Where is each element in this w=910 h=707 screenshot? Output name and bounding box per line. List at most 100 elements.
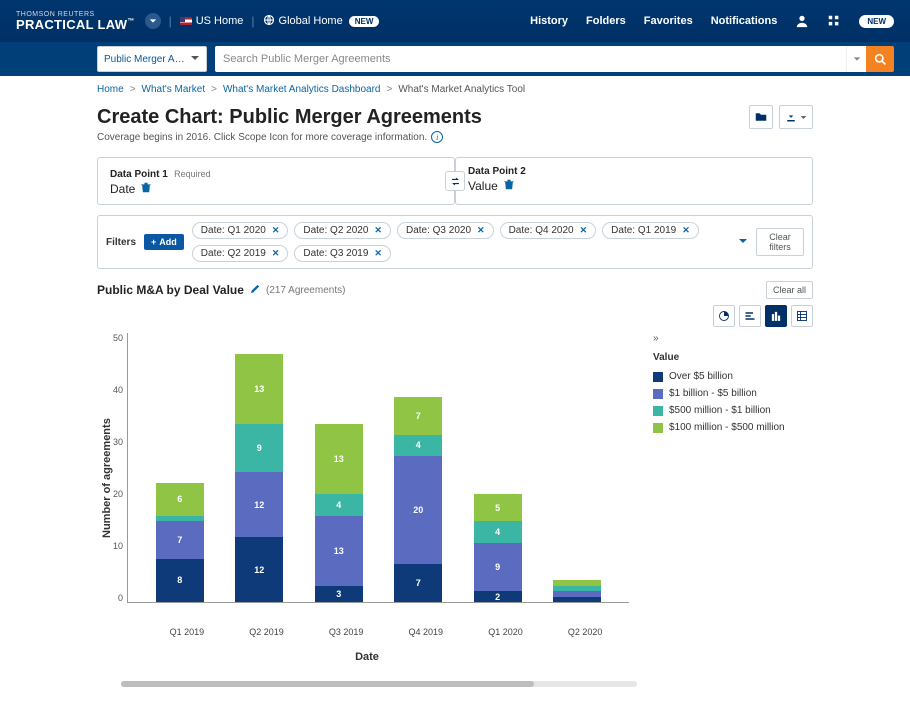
bar-segment[interactable]: 7 [394,397,442,435]
legend-item[interactable]: $1 billion - $5 billion [653,388,813,399]
nav-notifications[interactable]: Notifications [711,15,778,27]
clear-all-button[interactable]: Clear all [766,281,813,299]
bar-segment[interactable]: 8 [156,559,204,602]
plot-wrap: Number of agreements 50403020100 8761212… [97,333,637,623]
bar-segment[interactable]: 3 [315,586,363,602]
filter-chip-label: Date: Q2 2020 [303,225,368,236]
remove-chip-icon[interactable]: ✕ [374,248,382,259]
breadcrumb-link[interactable]: What's Market Analytics Dashboard [223,84,381,95]
page-body: Home>What's Market>What's Market Analyti… [0,76,910,707]
nav-new-pill[interactable]: NEW [859,15,894,28]
legend-label: $1 billion - $5 billion [669,388,757,399]
chart-type-pie[interactable] [713,305,735,327]
search-scope-dropdown[interactable]: Public Merger Agree… [97,46,207,72]
data-point-2-card[interactable]: Data Point 2 Value [455,157,813,205]
bar-segment[interactable]: 13 [315,424,363,494]
remove-chip-icon[interactable]: ✕ [374,225,382,236]
dp1-label: Data Point 1 [110,169,168,180]
trash-icon[interactable] [141,182,151,196]
global-home-link[interactable]: Global Home [263,14,343,29]
dp2-value: Value [468,179,498,193]
chart-type-table[interactable] [791,305,813,327]
filter-chip[interactable]: Date: Q4 2020✕ [500,222,597,239]
nav-folders[interactable]: Folders [586,15,626,27]
y-tick: 40 [113,385,123,395]
filter-chips: Date: Q1 2020✕Date: Q2 2020✕Date: Q3 202… [192,222,722,262]
bar-segment[interactable]: 20 [394,456,442,564]
search-suggestions-caret[interactable] [846,46,866,72]
chart-header: Public M&A by Deal Value (217 Agreements… [97,281,813,299]
download-button[interactable] [779,105,813,129]
edit-title-icon[interactable] [250,283,260,297]
filter-chip[interactable]: Date: Q2 2020 ✕ [294,222,391,239]
chart-scrollbar-thumb[interactable] [121,681,534,687]
bar-column[interactable]: 87 6 [156,483,204,602]
bar-segment[interactable]: 4 [394,435,442,457]
filter-chip[interactable]: Date: Q1 2019✕ [602,222,699,239]
legend-item[interactable]: $100 million - $500 million [653,422,813,433]
add-filter-button[interactable]: + Add [144,234,184,250]
nav-favorites[interactable]: Favorites [644,15,693,27]
search-button[interactable] [866,46,894,72]
chart-count: (217 Agreements) [266,285,346,296]
breadcrumb-link[interactable]: What's Market [142,84,206,95]
filter-chip[interactable]: Date: Q2 2019✕ [192,245,289,262]
search-input[interactable] [215,46,846,72]
data-point-1-card[interactable]: Data Point 1 Required Date [97,157,455,205]
bar-segment[interactable]: 7 [156,521,204,559]
save-folder-button[interactable] [749,105,773,129]
legend-collapse-icon[interactable]: » [653,333,659,344]
chart-scrollbar-track[interactable] [121,681,637,687]
clear-filters-button[interactable]: Clear filters [756,228,804,256]
bar-segment[interactable]: 12 [235,472,283,537]
bar-segment[interactable]: 5 [474,494,522,521]
bar-segment[interactable]: 9 [474,543,522,592]
search-scope-label: Public Merger Agree… [104,54,186,65]
legend-label: $100 million - $500 million [669,422,785,433]
breadcrumb-link[interactable]: Home [97,84,124,95]
bar-segment[interactable] [553,597,601,602]
page-title: Create Chart: Public Merger Agreements [97,106,482,129]
filter-chip[interactable]: Date: Q3 2019✕ [294,245,391,262]
bar-segment[interactable]: 7 [394,564,442,602]
nav-more[interactable] [827,14,841,28]
filter-chip[interactable]: Date: Q3 2020 ✕ [397,222,494,239]
remove-chip-icon[interactable]: ✕ [682,225,690,236]
bar-column[interactable] [553,580,601,602]
bar-column[interactable]: 72047 [394,397,442,602]
breadcrumb-current: What's Market Analytics Tool [398,84,525,95]
bar-column[interactable]: 2945 [474,494,522,602]
remove-chip-icon[interactable]: ✕ [477,225,485,236]
trash-icon[interactable] [504,179,514,193]
title-row: Create Chart: Public Merger Agreements [97,105,813,129]
us-flag-icon [180,17,192,25]
remove-chip-icon[interactable]: ✕ [272,225,280,236]
bar-segment[interactable]: 2 [474,591,522,602]
breadcrumb-separator: > [387,84,393,95]
filter-chip[interactable]: Date: Q1 2020✕ [192,222,289,239]
us-home-link[interactable]: US Home [180,15,244,27]
brand-chevron[interactable] [145,13,161,29]
remove-chip-icon[interactable]: ✕ [580,225,588,236]
bar-segment[interactable]: 6 [156,483,204,515]
filters-expand-caret[interactable] [738,235,748,249]
nav-history[interactable]: History [530,15,568,27]
remove-chip-icon[interactable]: ✕ [272,248,280,259]
chevron-down-icon [190,53,200,66]
bar-segment[interactable]: 4 [315,494,363,516]
bar-segment[interactable]: 13 [315,516,363,586]
bar-column[interactable]: 1212913 [235,354,283,602]
legend-item[interactable]: $500 million - $1 billion [653,405,813,416]
filter-chip-label: Date: Q3 2020 [406,225,471,236]
user-icon[interactable] [795,14,809,28]
bar-column[interactable]: 313413 [315,424,363,602]
bar-segment[interactable]: 13 [235,354,283,424]
legend-item[interactable]: Over $5 billion [653,371,813,382]
swap-button[interactable] [445,171,465,191]
bar-segment[interactable]: 9 [235,424,283,473]
chart-type-vbar[interactable] [765,305,787,327]
chart-type-hbar[interactable] [739,305,761,327]
bar-segment[interactable]: 12 [235,537,283,602]
bar-segment[interactable]: 4 [474,521,522,543]
info-icon[interactable]: i [431,131,443,143]
